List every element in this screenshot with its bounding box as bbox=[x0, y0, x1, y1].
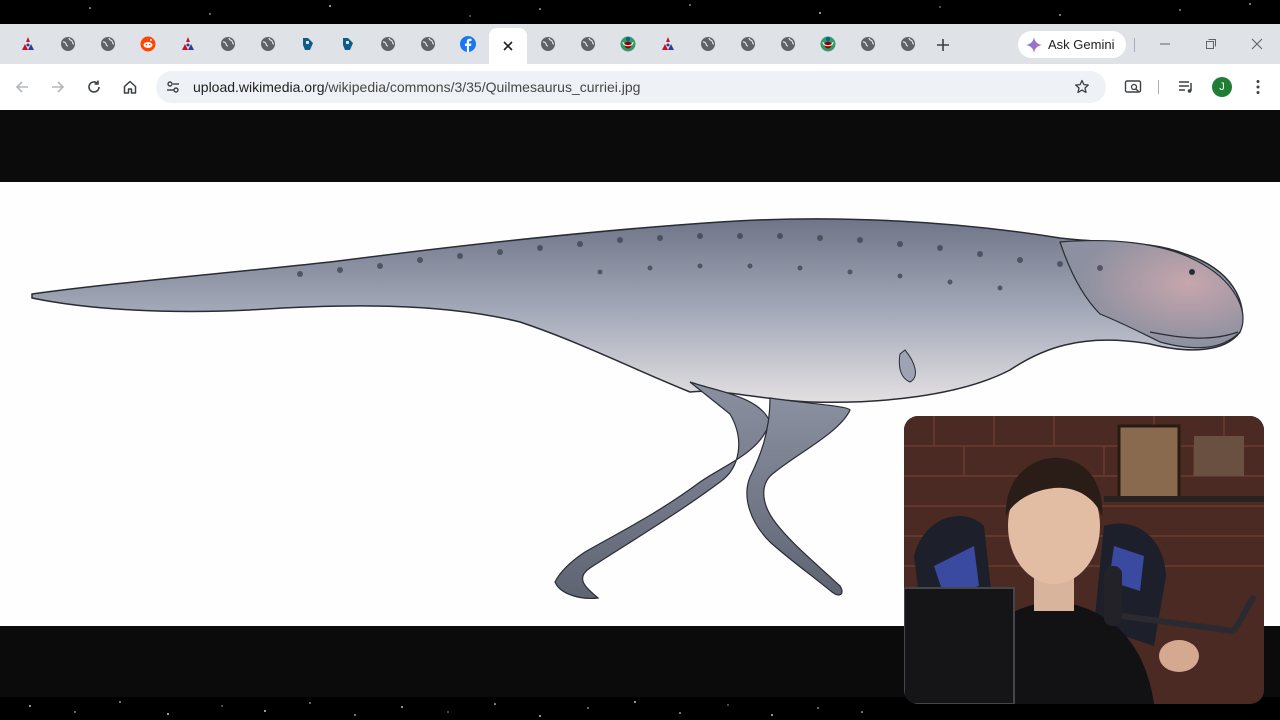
reload-button[interactable] bbox=[80, 73, 108, 101]
plus-icon bbox=[937, 39, 949, 51]
globe-icon bbox=[860, 36, 876, 52]
wiki-sites-icon bbox=[180, 36, 196, 52]
home-icon bbox=[123, 80, 137, 94]
tab[interactable] bbox=[890, 30, 926, 58]
tab[interactable] bbox=[330, 30, 366, 58]
arrow-left-icon bbox=[15, 81, 28, 93]
lens-search-icon bbox=[1124, 80, 1142, 93]
close-icon bbox=[1251, 38, 1263, 50]
star-icon bbox=[1075, 79, 1089, 94]
restore-button[interactable] bbox=[1196, 32, 1226, 56]
tab[interactable] bbox=[770, 30, 806, 58]
tab[interactable] bbox=[370, 30, 406, 58]
close-icon[interactable] bbox=[500, 38, 516, 54]
address-bar[interactable]: upload.wikimedia.org/wikipedia/commons/3… bbox=[156, 71, 1106, 103]
profile-button[interactable]: J bbox=[1208, 73, 1236, 101]
media-control-button[interactable] bbox=[1172, 73, 1200, 101]
back-button[interactable] bbox=[8, 73, 36, 101]
avatar: J bbox=[1212, 77, 1232, 97]
gemini-sparkle-icon bbox=[1026, 36, 1042, 53]
tab[interactable] bbox=[690, 30, 726, 58]
url-path: /wikipedia/commons/3/35/Quilmesaurus_cur… bbox=[324, 79, 641, 95]
webcam-feed bbox=[904, 416, 1264, 704]
wikimedia-icon bbox=[620, 36, 636, 52]
minimize-icon bbox=[1160, 43, 1170, 45]
tune-icon bbox=[167, 81, 179, 93]
separator bbox=[1158, 80, 1159, 94]
tab[interactable] bbox=[570, 30, 606, 58]
globe-icon bbox=[220, 36, 236, 52]
playlist-icon bbox=[1179, 81, 1192, 93]
globe-icon bbox=[100, 36, 116, 52]
home-button[interactable] bbox=[116, 73, 144, 101]
bookmark-button[interactable] bbox=[1072, 77, 1092, 97]
tab[interactable] bbox=[730, 30, 766, 58]
tab[interactable] bbox=[210, 30, 246, 58]
tab[interactable] bbox=[850, 30, 886, 58]
globe-icon bbox=[60, 36, 76, 52]
fandom-icon bbox=[300, 36, 316, 52]
ask-gemini-button[interactable]: Ask Gemini bbox=[1018, 31, 1127, 58]
ask-gemini-label: Ask Gemini bbox=[1048, 37, 1115, 52]
more-vertical-icon bbox=[1256, 80, 1260, 94]
tab[interactable] bbox=[410, 30, 446, 58]
wiki-sites-icon bbox=[660, 36, 676, 52]
tab[interactable] bbox=[170, 30, 206, 58]
globe-icon bbox=[540, 36, 556, 52]
globe-icon bbox=[420, 36, 436, 52]
close-window-button[interactable] bbox=[1242, 32, 1272, 56]
facebook-icon bbox=[460, 36, 476, 52]
wiki-sites-icon bbox=[20, 36, 36, 52]
globe-icon bbox=[900, 36, 916, 52]
tab[interactable] bbox=[10, 30, 46, 58]
browser-toolbar: upload.wikimedia.org/wikipedia/commons/3… bbox=[0, 64, 1280, 110]
tab[interactable] bbox=[50, 30, 86, 58]
url-domain: upload.wikimedia.org bbox=[193, 79, 325, 95]
globe-icon bbox=[700, 36, 716, 52]
globe-icon bbox=[780, 36, 796, 52]
minimize-button[interactable] bbox=[1150, 32, 1180, 56]
tab[interactable] bbox=[810, 30, 846, 58]
search-tabs-button[interactable] bbox=[1119, 73, 1147, 101]
tab[interactable] bbox=[450, 30, 486, 58]
url-text[interactable]: upload.wikimedia.org/wikipedia/commons/3… bbox=[193, 79, 640, 95]
new-tab-button[interactable] bbox=[930, 32, 956, 58]
restore-icon bbox=[1206, 39, 1216, 49]
tab[interactable] bbox=[650, 30, 686, 58]
tab[interactable] bbox=[130, 30, 166, 58]
globe-icon bbox=[580, 36, 596, 52]
globe-icon bbox=[260, 36, 276, 52]
tab-active[interactable] bbox=[489, 28, 527, 64]
tab[interactable] bbox=[610, 30, 646, 58]
globe-icon bbox=[380, 36, 396, 52]
arrow-right-icon bbox=[52, 81, 65, 93]
webcam-overlay bbox=[904, 416, 1264, 704]
tab[interactable] bbox=[290, 30, 326, 58]
separator bbox=[1134, 38, 1135, 52]
globe-icon bbox=[740, 36, 756, 52]
wikimedia-icon bbox=[820, 36, 836, 52]
tab[interactable] bbox=[530, 30, 566, 58]
fandom-icon bbox=[340, 36, 356, 52]
tab[interactable] bbox=[90, 30, 126, 58]
reddit-icon bbox=[140, 36, 156, 52]
tab-strip: Ask Gemini bbox=[0, 24, 1280, 64]
menu-button[interactable] bbox=[1244, 73, 1272, 101]
forward-button[interactable] bbox=[44, 73, 72, 101]
reload-icon bbox=[88, 80, 100, 93]
tab[interactable] bbox=[250, 30, 286, 58]
site-info-button[interactable] bbox=[162, 77, 184, 97]
